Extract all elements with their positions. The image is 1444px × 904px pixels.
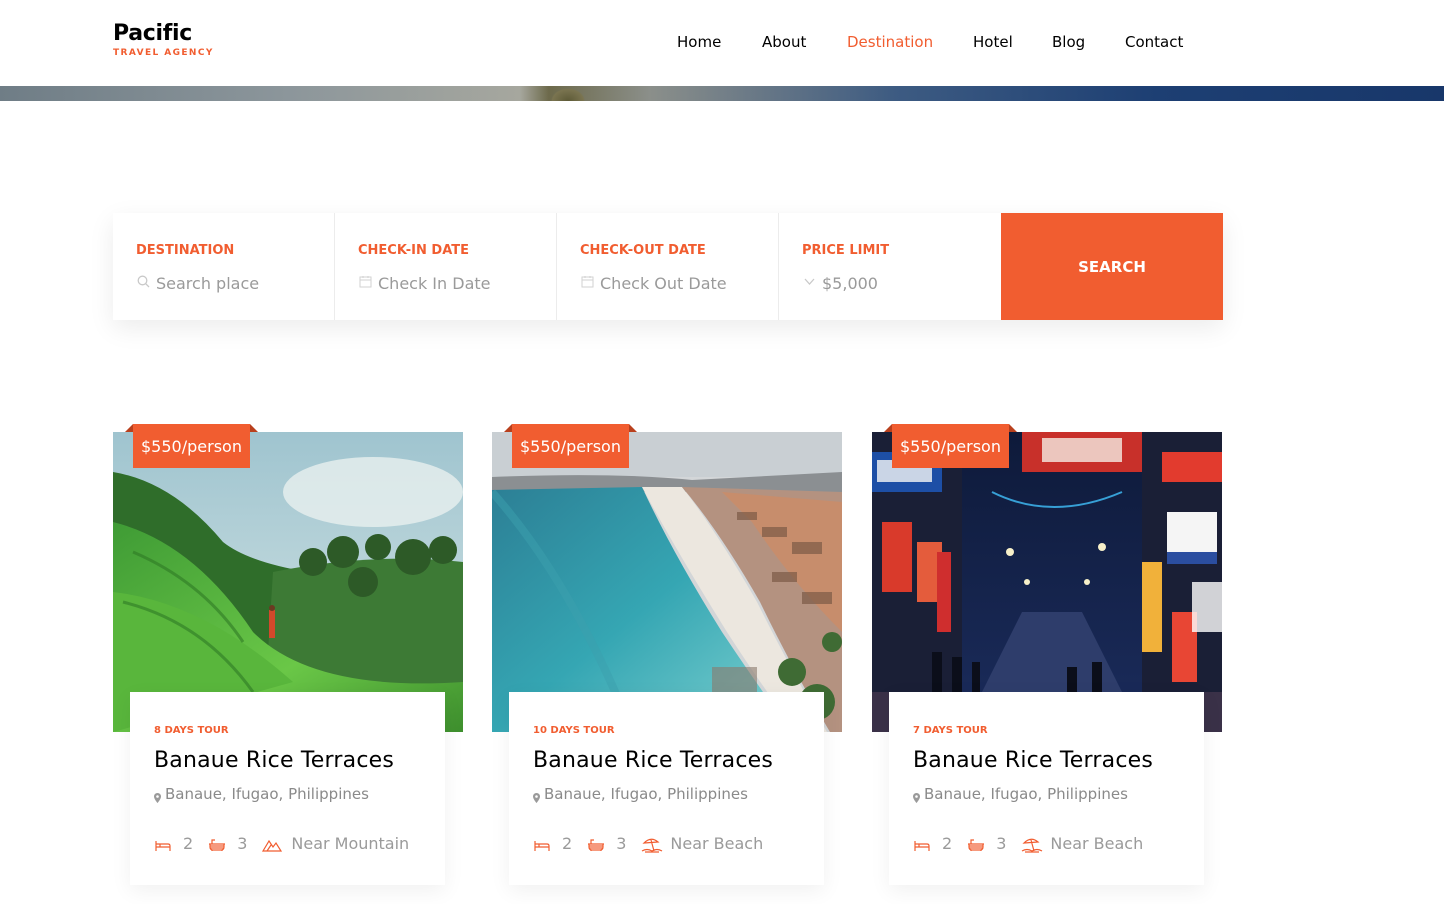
card-amenities: 2 3 Near Beach	[533, 834, 763, 853]
card-location: Banaue, Ifugao, Philippines	[533, 785, 748, 803]
card-amenities: 2 3 Near Beach	[913, 834, 1143, 853]
card-location: Banaue, Ifugao, Philippines	[154, 785, 369, 803]
hero-rock-detail	[548, 86, 588, 101]
destination-label: DESTINATION	[136, 243, 235, 258]
tour-card[interactable]: $550/person 8 DAYS TOUR Banaue Rice Terr…	[113, 424, 463, 892]
card-title[interactable]: Banaue Rice Terraces	[154, 748, 394, 773]
chevron-down-icon	[802, 275, 816, 292]
card-title[interactable]: Banaue Rice Terraces	[533, 748, 773, 773]
bed-icon	[913, 837, 931, 851]
destination-field[interactable]: DESTINATION Search place	[113, 213, 335, 320]
search-button[interactable]: SEARCH	[1001, 213, 1223, 320]
nav-item-contact[interactable]: Contact	[1125, 32, 1183, 52]
city-street-image[interactable]	[872, 432, 1222, 732]
card-body: 8 DAYS TOUR Banaue Rice Terraces Banaue,…	[130, 692, 445, 885]
feature-text: Near Mountain	[291, 834, 410, 853]
baths-count: 3	[996, 834, 1007, 853]
site-header: Pacific TRAVEL AGENCY Home About Destina…	[0, 0, 1444, 86]
search-icon	[136, 275, 150, 292]
nav-item-about[interactable]: About	[762, 32, 806, 52]
brand-name: Pacific	[113, 21, 193, 46]
beds-count: 2	[942, 834, 953, 853]
nav-item-home[interactable]: Home	[677, 32, 721, 52]
destination-input[interactable]: Search place	[136, 274, 259, 293]
hero-image-strip	[0, 86, 1444, 101]
checkout-field[interactable]: CHECK-OUT DATE Check Out Date	[557, 213, 779, 320]
price-limit-value: $5,000	[822, 274, 878, 293]
tour-duration: 7 DAYS TOUR	[913, 725, 988, 736]
bed-icon	[533, 837, 551, 851]
card-title[interactable]: Banaue Rice Terraces	[913, 748, 1153, 773]
price-tag: $550/person	[125, 424, 258, 468]
card-body: 7 DAYS TOUR Banaue Rice Terraces Banaue,…	[889, 692, 1204, 885]
beach-icon	[1021, 837, 1043, 853]
card-location: Banaue, Ifugao, Philippines	[913, 785, 1128, 803]
checkin-placeholder: Check In Date	[378, 274, 491, 293]
nav-item-hotel[interactable]: Hotel	[973, 32, 1013, 52]
price-tag: $550/person	[504, 424, 637, 468]
tour-duration: 8 DAYS TOUR	[154, 725, 229, 736]
rice-terraces-image[interactable]	[113, 432, 463, 732]
checkin-field[interactable]: CHECK-IN DATE Check In Date	[335, 213, 557, 320]
price-limit-label: PRICE LIMIT	[802, 243, 890, 258]
checkin-input[interactable]: Check In Date	[358, 274, 491, 293]
tour-card[interactable]: $550/person 7 DAYS TOUR Banaue Rice Terr…	[872, 424, 1222, 892]
feature-text: Near Beach	[670, 834, 764, 853]
checkin-label: CHECK-IN DATE	[358, 243, 470, 258]
search-form: DESTINATION Search place CHECK-IN DATE C…	[113, 213, 1223, 320]
beds-count: 2	[183, 834, 194, 853]
tour-duration: 10 DAYS TOUR	[533, 725, 615, 736]
card-amenities: 2 3 Near Mountain	[154, 834, 409, 853]
beds-count: 2	[562, 834, 573, 853]
bathtub-icon	[587, 837, 605, 851]
bed-icon	[154, 837, 172, 851]
location-text: Banaue, Ifugao, Philippines	[165, 785, 369, 803]
calendar-icon	[580, 275, 594, 292]
location-text: Banaue, Ifugao, Philippines	[924, 785, 1128, 803]
bathtub-icon	[208, 837, 226, 851]
checkout-label: CHECK-OUT DATE	[580, 243, 706, 258]
brand-tagline: TRAVEL AGENCY	[113, 48, 214, 58]
checkout-placeholder: Check Out Date	[600, 274, 727, 293]
brand-logo[interactable]: Pacific TRAVEL AGENCY	[113, 21, 214, 59]
price-tag: $550/person	[884, 424, 1017, 468]
checkout-input[interactable]: Check Out Date	[580, 274, 727, 293]
beach-icon	[641, 837, 663, 853]
baths-count: 3	[616, 834, 627, 853]
destination-placeholder: Search place	[156, 274, 260, 293]
baths-count: 3	[237, 834, 248, 853]
mountain-icon	[262, 837, 283, 852]
price-limit-field[interactable]: PRICE LIMIT $5,000	[779, 213, 1001, 320]
beach-coast-image[interactable]	[492, 432, 842, 732]
tour-card[interactable]: $550/person 10 DAYS TOUR Banaue Rice Ter…	[492, 424, 842, 892]
bathtub-icon	[967, 837, 985, 851]
nav-item-destination[interactable]: Destination	[847, 32, 933, 52]
location-text: Banaue, Ifugao, Philippines	[544, 785, 748, 803]
calendar-icon	[358, 275, 372, 292]
feature-text: Near Beach	[1050, 834, 1144, 853]
map-pin-icon	[154, 789, 161, 803]
price-limit-select[interactable]: $5,000	[802, 274, 878, 293]
card-body: 10 DAYS TOUR Banaue Rice Terraces Banaue…	[509, 692, 824, 885]
map-pin-icon	[913, 789, 920, 803]
nav-item-blog[interactable]: Blog	[1052, 32, 1085, 52]
map-pin-icon	[533, 789, 540, 803]
